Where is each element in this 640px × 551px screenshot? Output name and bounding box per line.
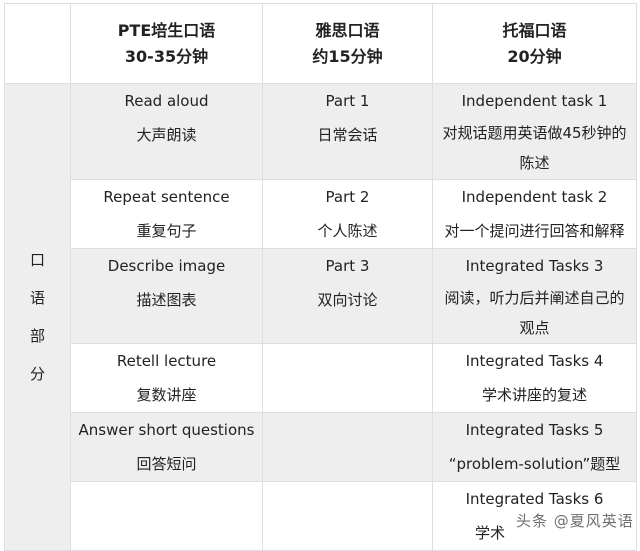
ielts-cn: 双向讨论 bbox=[317, 291, 378, 309]
pte-cell: Describe image 描述图表 bbox=[70, 248, 263, 344]
toefl-cn: “problem-solution”题型 bbox=[448, 455, 621, 473]
ielts-cn: 日常会话 bbox=[317, 126, 378, 144]
table-row: Repeat sentence 重复句子 Part 2 个人陈述 Independe… bbox=[5, 179, 637, 249]
ielts-cell: Part 1 日常会话 bbox=[262, 83, 433, 180]
ielts-cell: Part 3 双向讨论 bbox=[262, 248, 433, 344]
ielts-en: Part 2 bbox=[325, 188, 370, 206]
ielts-cell: Part 2 个人陈述 bbox=[262, 179, 433, 249]
toefl-cell: Integrated Tasks 3 阅读，听力后并阐述自己的观点 bbox=[432, 248, 637, 344]
toefl-cell: Integrated Tasks 5 “problem-solution”题型 bbox=[432, 412, 637, 482]
pte-cell: Repeat sentence 重复句子 bbox=[70, 179, 263, 249]
pte-en: Retell lecture bbox=[116, 352, 217, 370]
table-row: Retell lecture 复数讲座 Integrated Tasks 4 学术讲… bbox=[5, 343, 637, 413]
header-row: PTE培生口语 30-35分钟 雅思口语 约15分钟 托福口语 20分钟 bbox=[4, 3, 637, 84]
side-label: 口 语 部 分 bbox=[4, 83, 71, 551]
ielts-cell bbox=[262, 343, 433, 413]
table-row: 口 语 部 分 Read aloud 大声朗读 Part 1 日常会话 Indepe… bbox=[4, 83, 637, 551]
toefl-en: Independent task 2 bbox=[461, 188, 608, 206]
ielts-cell bbox=[262, 481, 433, 551]
header-toefl: 托福口语 20分钟 bbox=[432, 3, 637, 84]
ielts-en: Part 3 bbox=[325, 257, 370, 275]
pte-cn: 回答短问 bbox=[136, 455, 197, 473]
ielts-cn: 个人陈述 bbox=[317, 222, 378, 240]
toefl-cn: 对规话题用英语做45秒钟的陈述 bbox=[442, 124, 627, 172]
toefl-en: Independent task 1 bbox=[461, 92, 608, 110]
toefl-cell: Independent task 2 对一个提问进行回答和解释 bbox=[432, 179, 637, 249]
toefl-en: Integrated Tasks 5 bbox=[465, 421, 604, 439]
pte-cell: Read aloud 大声朗读 bbox=[70, 83, 263, 180]
toefl-en: Integrated Tasks 4 bbox=[465, 352, 604, 370]
pte-cell: Retell lecture 复数讲座 bbox=[70, 343, 263, 413]
header-pte: PTE培生口语 30-35分钟 bbox=[70, 3, 263, 84]
header-ielts: 雅思口语 约15分钟 bbox=[262, 3, 433, 84]
toefl-en: Integrated Tasks 3 bbox=[465, 257, 604, 275]
pte-cn: 大声朗读 bbox=[136, 126, 197, 144]
pte-cn: 描述图表 bbox=[136, 291, 197, 309]
toefl-cn: 阅读，听力后并阐述自己的观点 bbox=[444, 289, 625, 337]
toefl-cn: 对一个提问进行回答和解释 bbox=[444, 222, 625, 240]
toefl-cn: 学术讲座的复述 bbox=[481, 386, 587, 404]
pte-cell bbox=[70, 481, 263, 551]
corner-cell bbox=[4, 3, 71, 84]
toefl-cell: Independent task 1 对规话题用英语做45秒钟的陈述 bbox=[432, 83, 637, 180]
pte-en: Describe image bbox=[107, 257, 226, 275]
side-char: 分 bbox=[29, 365, 45, 383]
comparison-table: PTE培生口语 30-35分钟 雅思口语 约15分钟 托福口语 20分钟 口 语 部 … bbox=[4, 3, 637, 551]
side-char: 部 bbox=[29, 327, 45, 345]
table-row: Answer short questions 回答短问 Integrated Ta… bbox=[5, 412, 637, 482]
toefl-cell: Integrated Tasks 4 学术讲座的复述 bbox=[432, 343, 637, 413]
table-row: Describe image 描述图表 Part 3 双向讨论 Integrated… bbox=[5, 248, 637, 344]
ielts-en: Part 1 bbox=[325, 92, 370, 110]
pte-en: Read aloud bbox=[124, 92, 209, 110]
pte-cn: 复数讲座 bbox=[136, 386, 197, 404]
pte-en: Repeat sentence bbox=[103, 188, 230, 206]
pte-en: Answer short questions bbox=[78, 421, 255, 439]
pte-cell: Answer short questions 回答短问 bbox=[70, 412, 263, 482]
ielts-cell bbox=[262, 412, 433, 482]
side-char: 语 bbox=[29, 289, 45, 307]
pte-cn: 重复句子 bbox=[136, 222, 197, 240]
side-char: 口 bbox=[29, 251, 45, 269]
watermark: 头条 @夏风英语 bbox=[516, 512, 634, 530]
